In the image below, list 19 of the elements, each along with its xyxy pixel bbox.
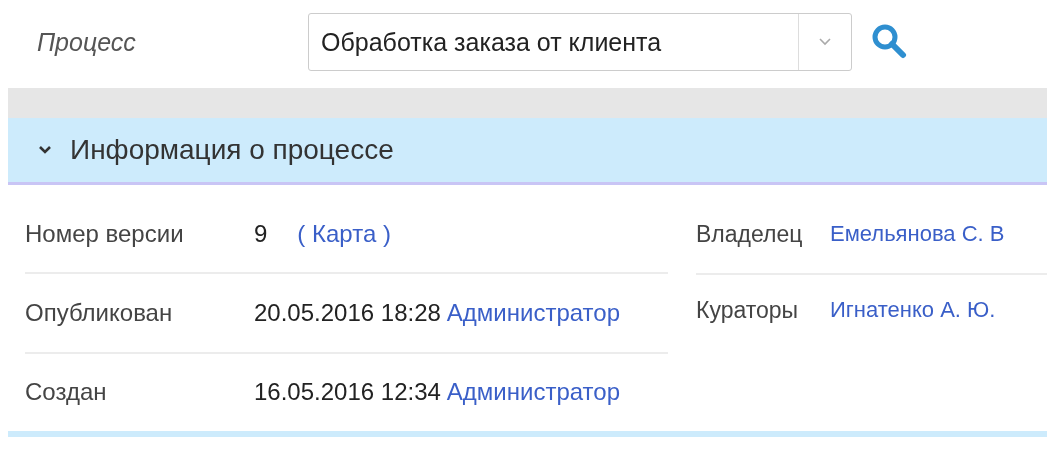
caret-icon xyxy=(819,38,831,46)
field-value: 9 xyxy=(254,219,268,247)
user-link[interactable]: Администратор xyxy=(446,378,620,406)
field-label: Владелец xyxy=(696,220,804,248)
chevron-icon xyxy=(38,144,52,156)
field-value: 20.05.2016 18:28 xyxy=(254,299,441,326)
field-value: 16.05.2016 12:34 xyxy=(254,378,441,406)
user-link[interactable]: Администратор xyxy=(446,299,620,326)
field-label: Опубликован xyxy=(25,299,174,327)
section-header[interactable]: Информация о процессе xyxy=(8,118,1047,185)
process-label: Процесс xyxy=(37,27,137,57)
field-label: Создан xyxy=(25,378,108,407)
search-icon[interactable] xyxy=(871,23,907,59)
user-link[interactable]: Игнатенко А. Ю. xyxy=(830,297,996,323)
field-label: Номер версии xyxy=(25,219,185,248)
user-link[interactable]: Емельянова С. В xyxy=(830,221,1005,247)
process-dropdown[interactable]: Обработка заказа от клиента xyxy=(308,13,852,71)
user-link[interactable]: ( Карта ) xyxy=(297,219,391,247)
field-label: Кураторы xyxy=(696,297,800,324)
